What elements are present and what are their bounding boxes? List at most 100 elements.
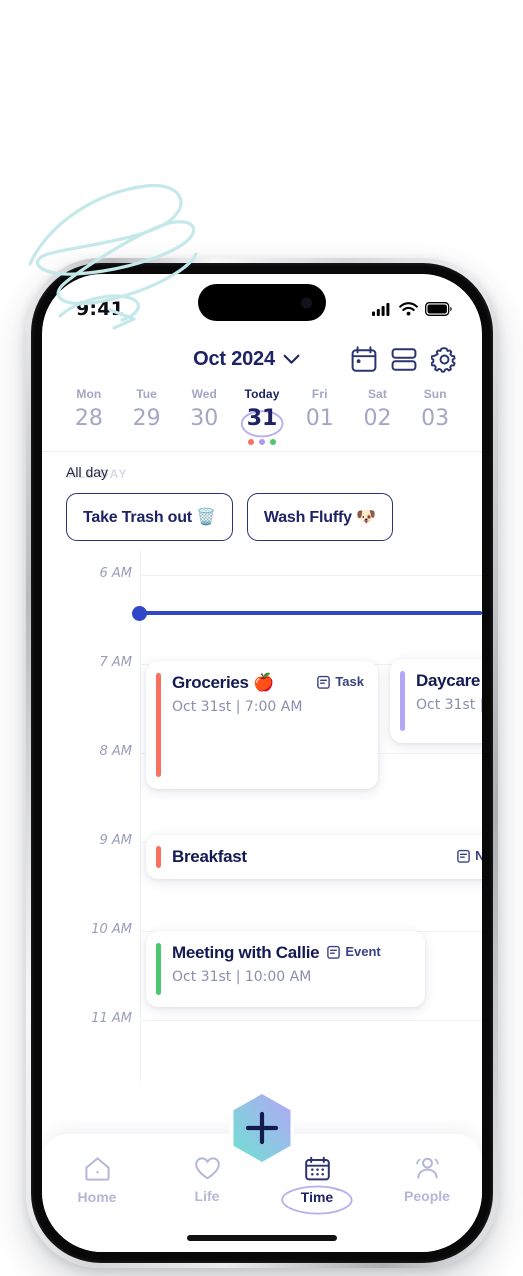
day-name: Sat [367, 387, 387, 401]
phone-bezel: 9:41 Oct 2024 Mon 28 Tue 29 Wed 30 Today… [31, 263, 493, 1263]
home-indicator [187, 1235, 337, 1241]
event-title: Breakfast [172, 847, 247, 866]
event-type-label: Note [475, 848, 482, 863]
event-body: Breakfast Note [172, 847, 482, 867]
week-strip: Mon 28 Tue 29 Wed 30 Today 31 Fri 01 Sat… [42, 379, 482, 438]
dynamic-island [198, 284, 326, 321]
hour-label: 7 AM [99, 655, 132, 670]
hour-label: 11 AM [91, 1011, 132, 1026]
day-number: 03 [421, 406, 450, 431]
day-name: Tue [136, 387, 157, 401]
event-card-meeting[interactable]: Meeting with Callie Event Oct 31st | 10:… [146, 931, 425, 1007]
status-bar: 9:41 [42, 274, 482, 332]
add-button-fab[interactable] [226, 1088, 298, 1168]
event-time: Oct 31st | 7:00 AM [172, 699, 303, 715]
hour-gridline [140, 1020, 482, 1021]
day-name: Today [244, 387, 280, 401]
hour-gridline [140, 575, 482, 576]
all-day-chip-list: Take Trash out 🗑️ Wash Fluffy 🐶 [66, 493, 458, 541]
wifi-icon [399, 302, 418, 316]
day-column-today[interactable]: Today 31 [233, 387, 291, 438]
event-type-label: Task [335, 674, 364, 689]
cellular-signal-icon [372, 303, 390, 316]
calendar-view-icon[interactable] [351, 346, 377, 373]
event-title: Daycare Drop [416, 671, 482, 690]
agenda-view-icon[interactable] [391, 347, 417, 372]
status-indicators [372, 302, 452, 316]
event-body: Daycare Drop Oct 31st | 7:00 A [416, 671, 482, 731]
day-name: Mon [76, 387, 102, 401]
note-icon [317, 675, 331, 689]
event-time: Oct 31st | 7:00 A [416, 697, 482, 713]
day-number: 29 [132, 406, 161, 431]
day-column-sat[interactable]: Sat 02 [349, 387, 407, 430]
month-selector[interactable]: Oct 2024 [66, 348, 341, 371]
event-time: Oct 31st | 10:00 AM [172, 969, 312, 985]
nav-item-home[interactable]: Home [42, 1156, 152, 1205]
month-label: Oct 2024 [193, 348, 275, 370]
phone-frame: 9:41 Oct 2024 Mon 28 Tue 29 Wed 30 Today… [26, 258, 498, 1268]
current-time-dot [132, 606, 147, 621]
event-type-badge: Task [317, 674, 364, 689]
status-time: 9:41 [76, 298, 125, 320]
people-icon [415, 1157, 439, 1179]
heart-icon [194, 1157, 220, 1180]
all-day-section: ALL DAY All day Take Trash out 🗑️ Wash F… [42, 452, 482, 551]
nav-label: Time [300, 1189, 334, 1205]
nav-item-people[interactable]: People [372, 1156, 482, 1204]
event-body: Groceries 🍎 Task Oct 31st | 7:00 AM [172, 673, 364, 777]
day-number: 30 [190, 406, 219, 431]
phone-screen: 9:41 Oct 2024 Mon 28 Tue 29 Wed 30 Today… [42, 274, 482, 1252]
event-type-badge: Note [457, 848, 482, 863]
all-day-chip[interactable]: Wash Fluffy 🐶 [246, 493, 393, 541]
day-name: Wed [191, 387, 217, 401]
event-title: Groceries 🍎 [172, 673, 274, 692]
all-day-label: All day [66, 464, 109, 480]
event-type-badge: Event [327, 944, 381, 959]
day-name: Sun [423, 387, 447, 401]
hour-label: 10 AM [91, 922, 132, 937]
home-icon [84, 1157, 110, 1181]
day-number: 02 [363, 406, 392, 431]
hour-label: 6 AM [99, 566, 132, 581]
event-card-breakfast[interactable]: Breakfast Note [146, 835, 482, 879]
day-column-mon[interactable]: Mon 28 [60, 387, 118, 430]
day-column-fri[interactable]: Fri 01 [291, 387, 349, 430]
battery-full-icon [425, 302, 452, 316]
calendar-icon [304, 1156, 330, 1181]
today-event-dots [42, 439, 482, 447]
hour-label: 8 AM [99, 744, 132, 759]
event-title: Meeting with Callie [172, 943, 320, 962]
event-accent-bar [156, 846, 161, 868]
day-timeline[interactable]: 6 AM 7 AM 8 AM 9 AM 10 AM 11 AM Grocerie… [42, 551, 482, 1091]
timeline-gutter-line [140, 551, 141, 1091]
header-actions [351, 346, 458, 373]
event-type-label: Event [345, 944, 381, 959]
event-accent-bar [400, 671, 405, 731]
event-top-row: Daycare Drop [416, 671, 482, 691]
all-day-title: ALL DAY All day [66, 464, 458, 482]
event-card-groceries[interactable]: Groceries 🍎 Task Oct 31st | 7:00 AM [146, 661, 378, 789]
day-column-sun[interactable]: Sun 03 [406, 387, 464, 430]
app-header: Oct 2024 [42, 332, 482, 379]
event-accent-bar [156, 673, 161, 777]
gear-icon[interactable] [431, 346, 458, 373]
chevron-down-icon [283, 354, 300, 364]
day-column-tue[interactable]: Tue 29 [118, 387, 176, 430]
nav-label: People [404, 1188, 450, 1204]
all-day-chip[interactable]: Take Trash out 🗑️ [66, 493, 233, 541]
nav-label: Home [77, 1189, 117, 1205]
event-card-daycare[interactable]: Daycare Drop Oct 31st | 7:00 A [390, 659, 482, 743]
note-icon [457, 849, 470, 863]
day-number: 01 [305, 406, 334, 431]
nav-label: Life [194, 1188, 220, 1204]
hour-label: 9 AM [99, 833, 132, 848]
note-icon [327, 945, 341, 959]
screenshot-canvas: 9:41 Oct 2024 Mon 28 Tue 29 Wed 30 Today… [0, 0, 523, 1276]
event-top-row: Groceries 🍎 Task [172, 673, 364, 693]
day-number: 28 [74, 406, 103, 431]
day-column-wed[interactable]: Wed 30 [175, 387, 233, 430]
event-top-row: Breakfast Note [172, 847, 482, 867]
event-body: Meeting with Callie Event Oct 31st | 10:… [172, 943, 411, 995]
current-time-line [132, 611, 482, 615]
